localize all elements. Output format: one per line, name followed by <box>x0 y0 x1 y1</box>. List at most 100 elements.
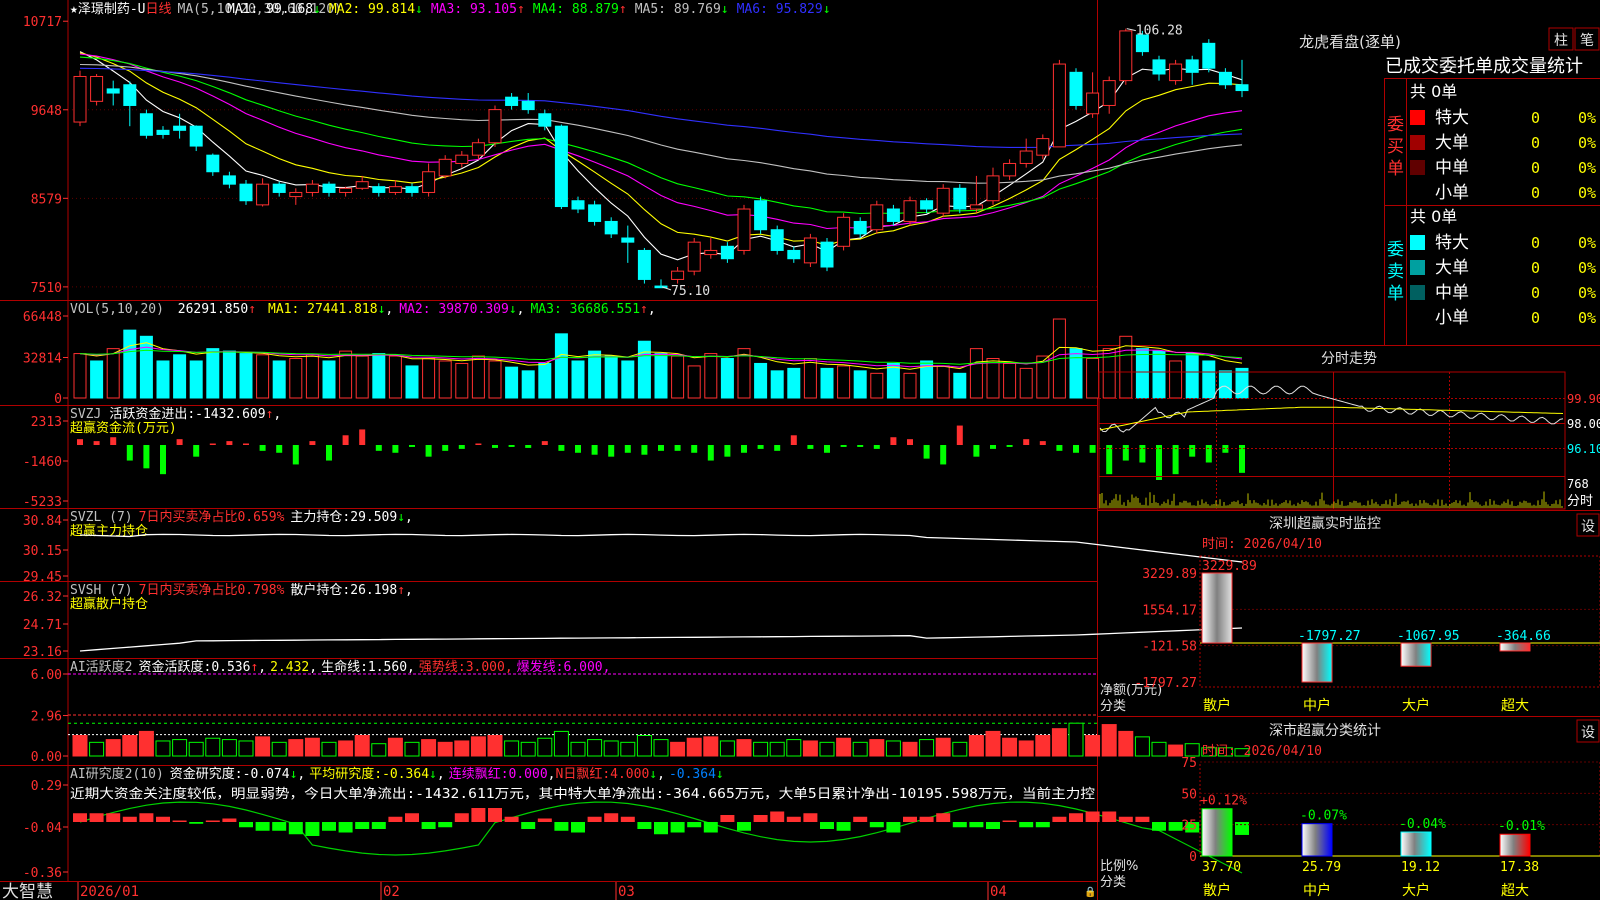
activity-bar[interactable] <box>122 735 138 757</box>
volume-bar[interactable] <box>322 360 336 399</box>
volume-bar[interactable] <box>571 360 585 399</box>
research-bar[interactable] <box>1035 822 1050 828</box>
candle[interactable] <box>1152 55 1166 81</box>
fund-flow-bar[interactable] <box>990 445 996 449</box>
candle[interactable] <box>505 93 519 110</box>
volume-bar[interactable] <box>936 365 950 399</box>
activity-bar[interactable] <box>1118 730 1134 757</box>
fund-flow-bar[interactable] <box>276 445 283 453</box>
activity-bar[interactable] <box>221 739 237 757</box>
volume-bar[interactable] <box>239 353 253 399</box>
volume-bar[interactable] <box>388 355 402 399</box>
activity-bar[interactable] <box>836 737 852 757</box>
research-bar[interactable] <box>654 822 668 835</box>
candle[interactable] <box>1019 138 1033 168</box>
activity-bar[interactable] <box>138 730 154 757</box>
szc-bar[interactable]: -0.01% 17.38 超大 <box>1498 819 1545 899</box>
candle[interactable] <box>886 204 900 226</box>
research-bar[interactable] <box>288 822 303 835</box>
candle[interactable] <box>173 113 187 139</box>
lhb-tick-button[interactable]: 笔 <box>1574 27 1600 51</box>
candle[interactable] <box>521 93 535 114</box>
research-bar[interactable] <box>1235 822 1249 835</box>
lhb-tab[interactable]: 已成交 <box>1385 56 1439 77</box>
fund-flow-bar[interactable] <box>541 441 548 445</box>
research-bar[interactable] <box>936 813 951 822</box>
sz-monitor-settings-button[interactable]: 设 <box>1576 513 1600 537</box>
volume-bar[interactable] <box>588 350 602 399</box>
candle[interactable] <box>339 186 353 197</box>
volume-bar[interactable] <box>173 354 187 399</box>
fund-flow-bar[interactable] <box>176 439 183 445</box>
activity-bar[interactable] <box>587 739 603 757</box>
activity-bar[interactable] <box>1168 744 1184 757</box>
activity-bar[interactable] <box>620 741 636 757</box>
fund-flow-bar[interactable] <box>558 445 565 451</box>
candle[interactable] <box>1119 28 1133 85</box>
activity-bar[interactable] <box>1051 728 1067 757</box>
candle[interactable] <box>704 238 718 259</box>
candle[interactable] <box>588 200 602 226</box>
research-bar[interactable] <box>205 820 220 823</box>
activity-bar[interactable] <box>1068 722 1084 757</box>
volume-bar[interactable] <box>521 370 535 399</box>
activity-bar[interactable] <box>304 737 320 757</box>
research-bar[interactable] <box>504 816 519 822</box>
fund-flow-bar[interactable] <box>375 445 382 451</box>
candle[interactable] <box>206 153 220 176</box>
activity-bar[interactable] <box>703 736 719 757</box>
research-bar[interactable] <box>1052 816 1067 822</box>
research-bar[interactable] <box>886 822 901 833</box>
candle[interactable] <box>1169 59 1183 85</box>
svzj-panel[interactable]: SVZJ 活跃资金进出:-1432.609↑, 超赢资金流(万元) 2313 -14… <box>23 406 1245 510</box>
candle[interactable] <box>1036 134 1050 160</box>
research-bar[interactable] <box>305 822 320 836</box>
volume-bar[interactable] <box>953 372 967 399</box>
fund-flow-bar[interactable] <box>923 445 930 459</box>
research-bar[interactable] <box>322 822 336 831</box>
volume-bar[interactable] <box>1069 348 1083 399</box>
candle[interactable] <box>571 196 585 214</box>
volume-bar[interactable] <box>90 360 104 399</box>
fund-flow-bar[interactable] <box>425 445 432 457</box>
activity-bar[interactable] <box>470 736 486 757</box>
candle[interactable] <box>455 151 469 168</box>
ai-activity-panel[interactable]: AI活跃度2 资金活跃度:0.536↑, 2.432, 生命线:1.560, 强势线:3… <box>31 659 1250 765</box>
research-bar[interactable] <box>438 822 453 828</box>
fund-flow-bar[interactable] <box>1122 445 1129 461</box>
candle[interactable] <box>737 204 751 255</box>
candle[interactable] <box>903 196 917 226</box>
fund-flow-bar[interactable] <box>77 439 83 445</box>
activity-bar[interactable] <box>72 735 88 757</box>
volume-bar[interactable] <box>438 360 452 399</box>
fund-flow-bar[interactable] <box>741 445 747 453</box>
activity-bar[interactable] <box>968 735 984 757</box>
activity-bar[interactable] <box>238 740 254 757</box>
candle[interactable] <box>936 184 950 218</box>
szm-bar[interactable]: -1067.95 大户 <box>1397 629 1460 714</box>
candle[interactable] <box>1052 59 1066 148</box>
volume-bar[interactable] <box>222 350 236 399</box>
candle[interactable] <box>621 225 635 263</box>
activity-bar[interactable] <box>736 739 752 757</box>
activity-bar[interactable] <box>537 737 553 757</box>
volume-bar[interactable] <box>505 366 519 399</box>
research-bar[interactable] <box>770 811 785 823</box>
research-bar[interactable] <box>421 822 436 829</box>
fund-flow-bar[interactable] <box>608 445 615 457</box>
candle[interactable] <box>1069 68 1083 110</box>
research-bar[interactable] <box>1118 816 1133 822</box>
activity-bar[interactable] <box>271 741 287 757</box>
fund-flow-bar[interactable] <box>940 445 947 465</box>
research-bar[interactable] <box>1002 820 1017 823</box>
fund-flow-bar[interactable] <box>1106 445 1113 475</box>
activity-bar[interactable] <box>1018 740 1034 757</box>
volume-bar[interactable] <box>372 353 386 399</box>
volume-bar[interactable] <box>720 358 734 399</box>
candle[interactable] <box>438 155 452 179</box>
candle[interactable] <box>139 109 153 139</box>
volume-bar[interactable] <box>1003 362 1017 399</box>
lhb-panel[interactable]: 龙虎看盘(逐单) 柱 笔 已成交 委托单 成交量 统计 委买单 委卖单 共 0单 共 … <box>1299 27 1600 345</box>
fund-flow-bar[interactable] <box>392 445 399 453</box>
activity-bar[interactable] <box>205 737 221 757</box>
